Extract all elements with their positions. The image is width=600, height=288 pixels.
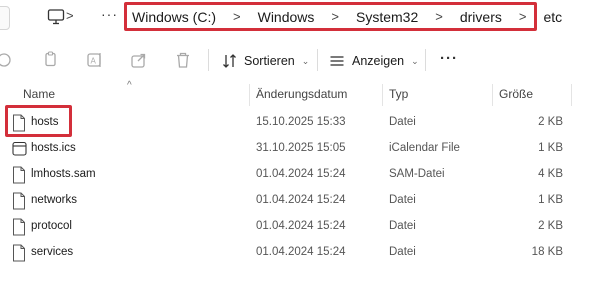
highlight-annotation [5, 105, 72, 137]
file-size: 1 KB [538, 142, 563, 154]
file-icon [13, 244, 25, 262]
rename-icon[interactable]: A [86, 51, 104, 69]
column-header-size[interactable]: Größe [499, 87, 533, 101]
breadcrumb-item-drivers[interactable]: drivers [460, 9, 502, 25]
view-label: Anzeigen [352, 54, 405, 68]
command-bar: A Sortieren ⌄ Anzeigen ⌄ ··· [0, 38, 600, 84]
file-row-networks[interactable]: networks 01.04.2024 15:24 Datei 1 KB [0, 189, 600, 215]
breadcrumb-separator: > [66, 8, 74, 23]
new-item-icon[interactable] [0, 51, 14, 69]
column-divider[interactable] [571, 84, 572, 106]
search-box-edge[interactable] [0, 6, 10, 30]
file-date: 01.04.2024 15:24 [256, 220, 346, 232]
toolbar-divider [425, 49, 426, 71]
file-type: SAM-Datei [389, 168, 445, 180]
copy-icon[interactable] [42, 51, 60, 69]
chevron-down-icon: ⌄ [411, 55, 419, 66]
svg-text:A: A [91, 57, 97, 66]
delete-icon[interactable] [174, 51, 192, 69]
file-date: 15.10.2025 15:33 [256, 116, 346, 128]
sort-button[interactable]: Sortieren ⌄ [222, 51, 309, 71]
file-date: 01.04.2024 15:24 [256, 194, 346, 206]
file-name: networks [31, 194, 78, 206]
breadcrumb-item-system32[interactable]: System32 [356, 9, 418, 25]
breadcrumb-separator[interactable]: > [233, 9, 241, 24]
column-header-row: ^ Name Änderungsdatum Typ Größe [0, 80, 600, 106]
column-header-type[interactable]: Typ [389, 87, 408, 101]
breadcrumb-overflow-button[interactable]: ··· [101, 6, 118, 22]
view-button[interactable]: Anzeigen ⌄ [329, 51, 419, 71]
file-row-services[interactable]: services 01.04.2024 15:24 Datei 18 KB [0, 241, 600, 267]
file-icon [13, 218, 25, 236]
file-size: 2 KB [538, 220, 563, 232]
file-type: iCalendar File [389, 142, 460, 154]
calendar-icon [12, 141, 27, 156]
breadcrumb-item-etc[interactable]: etc [543, 9, 562, 25]
share-icon[interactable] [130, 51, 148, 69]
file-name: protocol [31, 220, 72, 232]
file-size: 4 KB [538, 168, 563, 180]
sort-label: Sortieren [244, 54, 295, 68]
view-icon [330, 56, 344, 66]
breadcrumb-separator[interactable]: > [331, 9, 339, 24]
file-row-hosts[interactable]: hosts 15.10.2025 15:33 Datei 2 KB [0, 111, 600, 137]
file-type: Datei [389, 246, 416, 258]
breadcrumb: Windows (C:) > Windows > System32 > driv… [124, 2, 562, 31]
toolbar-divider [208, 49, 209, 71]
column-divider[interactable] [492, 84, 493, 106]
file-type: Datei [389, 194, 416, 206]
file-icon [13, 192, 25, 210]
file-type: Datei [389, 116, 416, 128]
column-header-date[interactable]: Änderungsdatum [256, 87, 347, 101]
file-size: 1 KB [538, 194, 563, 206]
sort-icon [223, 54, 236, 68]
breadcrumb-separator[interactable]: > [435, 9, 443, 24]
address-bar-row: > ··· Windows (C:) > Windows > System32 … [0, 0, 600, 38]
toolbar-divider [317, 49, 318, 71]
file-name: lmhosts.sam [31, 168, 96, 180]
file-size: 2 KB [538, 116, 563, 128]
column-header-name[interactable]: Name [23, 87, 55, 101]
file-date: 01.04.2024 15:24 [256, 168, 346, 180]
file-date: 01.04.2024 15:24 [256, 246, 346, 258]
file-row-protocol[interactable]: protocol 01.04.2024 15:24 Datei 2 KB [0, 215, 600, 241]
file-type: Datei [389, 220, 416, 232]
file-name: hosts.ics [31, 142, 76, 154]
file-icon [13, 166, 25, 184]
column-divider[interactable] [382, 84, 383, 106]
file-date: 31.10.2025 15:05 [256, 142, 346, 154]
file-row-lmhosts-sam[interactable]: lmhosts.sam 01.04.2024 15:24 SAM-Datei 4… [0, 163, 600, 189]
this-pc-icon[interactable] [47, 8, 65, 26]
chevron-down-icon: ⌄ [301, 55, 310, 66]
breadcrumb-separator[interactable]: > [519, 9, 527, 24]
breadcrumb-item-windows[interactable]: Windows [258, 9, 315, 25]
file-row-hosts-ics[interactable]: hosts.ics 31.10.2025 15:05 iCalendar Fil… [0, 137, 600, 163]
column-divider[interactable] [249, 84, 250, 106]
sort-ascending-icon: ^ [127, 80, 132, 91]
more-options-button[interactable]: ··· [440, 50, 458, 67]
file-name: services [31, 246, 74, 258]
file-size: 18 KB [531, 246, 563, 258]
breadcrumb-item-drive[interactable]: Windows (C:) [132, 9, 216, 25]
